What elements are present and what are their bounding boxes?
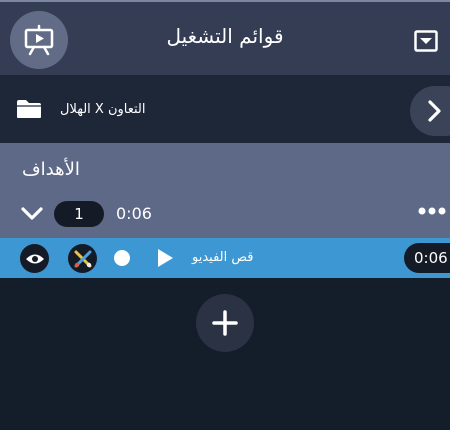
- clip-duration: 0:06: [404, 243, 450, 273]
- presentation-board-icon: [24, 24, 54, 56]
- collapse-square-icon: [414, 30, 438, 52]
- tools-button[interactable]: [68, 244, 97, 273]
- folder-icon: [17, 100, 41, 118]
- tools-icon: [74, 250, 91, 267]
- plus-icon: [212, 310, 238, 336]
- clip-row[interactable]: قص الفيديو 0:06: [0, 238, 450, 278]
- eye-icon: [25, 254, 44, 263]
- clip-count-badge: 1: [54, 201, 104, 227]
- clip-label: قص الفيديو: [192, 250, 254, 265]
- playlist-title: الأهداف: [22, 159, 80, 180]
- chevron-down-icon[interactable]: [20, 205, 44, 221]
- playlist-section: الأهداف 1 0:06: [0, 143, 450, 238]
- more-dots-icon[interactable]: [418, 206, 446, 216]
- playlist-duration: 0:06: [116, 204, 152, 223]
- record-dot-icon[interactable]: [114, 250, 130, 266]
- next-button[interactable]: [410, 86, 450, 136]
- add-playlist-button[interactable]: [196, 294, 254, 352]
- match-row[interactable]: الهلال X التعاون: [0, 75, 450, 143]
- preview-button[interactable]: [20, 244, 49, 273]
- collapse-button[interactable]: [414, 29, 438, 53]
- chevron-right-icon: [428, 100, 441, 122]
- match-title: الهلال X التعاون: [60, 102, 146, 117]
- page-title: قوائم التشغيل: [166, 24, 284, 48]
- play-icon[interactable]: [156, 247, 174, 269]
- header-bar: قوائم التشغيل: [0, 2, 450, 75]
- present-button[interactable]: [10, 11, 68, 69]
